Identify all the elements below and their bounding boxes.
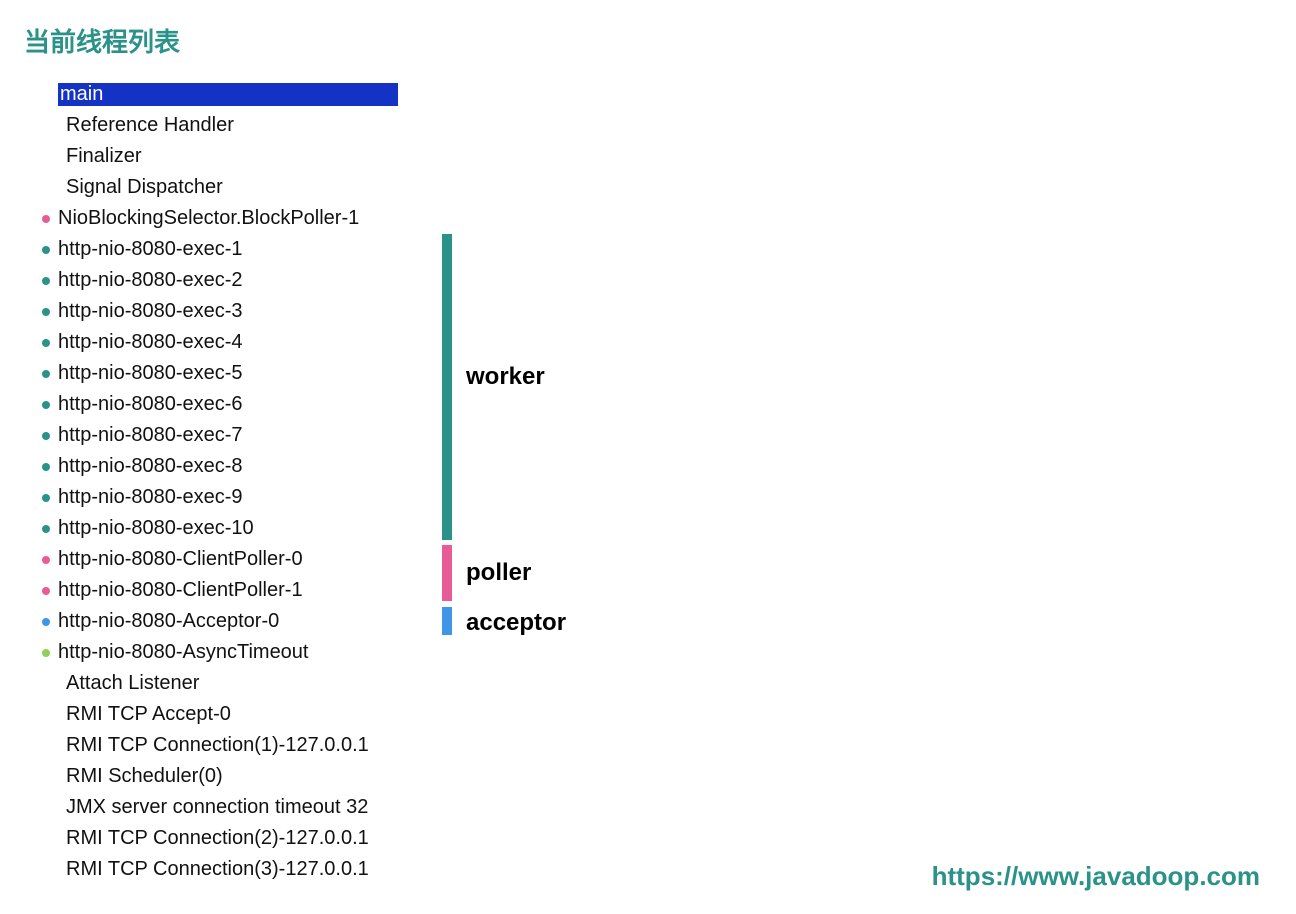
list-item[interactable]: http-nio-8080-ClientPoller-0 [42,544,1296,575]
bullet-icon [42,649,50,657]
bullet-icon [42,587,50,595]
thread-name: NioBlockingSelector.BlockPoller-1 [58,207,359,230]
list-item[interactable]: RMI TCP Accept-0 [42,699,1296,730]
thread-name: http-nio-8080-exec-2 [58,269,243,292]
thread-name: http-nio-8080-AsyncTimeout [58,641,309,664]
bullet-placeholder [42,866,58,874]
bullet-placeholder [42,184,58,192]
thread-name: http-nio-8080-Acceptor-0 [58,610,279,633]
thread-name: RMI TCP Connection(3)-127.0.0.1 [66,858,369,881]
watermark-link[interactable]: https://www.javadoop.com [932,861,1260,892]
bullet-placeholder [42,680,58,688]
bullet-icon [42,494,50,502]
bullet-icon [42,618,50,626]
bullet-icon [42,463,50,471]
list-item[interactable]: http-nio-8080-AsyncTimeout [42,637,1296,668]
poller-label: poller [466,559,531,587]
thread-name: http-nio-8080-ClientPoller-1 [58,579,303,602]
thread-list: main Reference Handler Finalizer Signal Dis… [42,79,1296,885]
list-item[interactable]: Signal Dispatcher [42,172,1296,203]
worker-bracket [442,234,452,540]
thread-name: http-nio-8080-exec-10 [58,517,254,540]
list-item[interactable]: http-nio-8080-exec-5 [42,358,1296,389]
poller-bracket [442,545,452,601]
page-title: 当前线程列表 [0,0,1296,59]
list-item[interactable]: http-nio-8080-exec-4 [42,327,1296,358]
thread-name: Finalizer [66,145,142,168]
bullet-icon [42,339,50,347]
thread-name: http-nio-8080-exec-3 [58,300,243,323]
thread-name: RMI Scheduler(0) [66,765,223,788]
acceptor-label: acceptor [466,609,566,637]
list-item[interactable]: http-nio-8080-exec-3 [42,296,1296,327]
thread-name: Reference Handler [66,114,234,137]
thread-name: http-nio-8080-exec-8 [58,455,243,478]
bullet-icon [42,432,50,440]
bullet-icon [42,277,50,285]
thread-name: http-nio-8080-ClientPoller-0 [58,548,303,571]
bullet-placeholder [42,804,58,812]
bullet-placeholder [42,711,58,719]
thread-name: RMI TCP Connection(2)-127.0.0.1 [66,827,369,850]
thread-name: http-nio-8080-exec-9 [58,486,243,509]
bullet-icon [42,556,50,564]
bullet-placeholder [42,835,58,843]
thread-name: http-nio-8080-exec-6 [58,393,243,416]
bullet-placeholder [42,153,58,161]
bullet-icon [42,308,50,316]
thread-name: http-nio-8080-exec-4 [58,331,243,354]
bullet-icon [42,370,50,378]
list-item[interactable]: http-nio-8080-ClientPoller-1 [42,575,1296,606]
list-item[interactable]: http-nio-8080-exec-10 [42,513,1296,544]
thread-name: RMI TCP Connection(1)-127.0.0.1 [66,734,369,757]
list-item[interactable]: http-nio-8080-Acceptor-0 [42,606,1296,637]
bullet-icon [42,215,50,223]
list-item[interactable]: Attach Listener [42,668,1296,699]
list-item[interactable]: http-nio-8080-exec-8 [42,451,1296,482]
thread-name: main [58,83,398,106]
bullet-icon [42,401,50,409]
thread-name: Attach Listener [66,672,199,695]
list-item[interactable]: http-nio-8080-exec-6 [42,389,1296,420]
thread-name: http-nio-8080-exec-1 [58,238,243,261]
thread-name: Signal Dispatcher [66,176,223,199]
acceptor-bracket [442,607,452,635]
bullet-placeholder [42,773,58,781]
list-item[interactable]: Finalizer [42,141,1296,172]
bullet-placeholder [42,742,58,750]
list-item[interactable]: http-nio-8080-exec-2 [42,265,1296,296]
thread-name: http-nio-8080-exec-7 [58,424,243,447]
list-item[interactable]: Reference Handler [42,110,1296,141]
thread-list-container: main Reference Handler Finalizer Signal Dis… [42,79,1296,885]
list-item[interactable]: RMI Scheduler(0) [42,761,1296,792]
list-item[interactable]: RMI TCP Connection(1)-127.0.0.1 [42,730,1296,761]
thread-name: RMI TCP Accept-0 [66,703,231,726]
list-item[interactable]: NioBlockingSelector.BlockPoller-1 [42,203,1296,234]
list-item[interactable]: main [42,79,1296,110]
list-item[interactable]: http-nio-8080-exec-1 [42,234,1296,265]
thread-name: JMX server connection timeout 32 [66,796,368,819]
bullet-placeholder [42,122,58,130]
list-item[interactable]: http-nio-8080-exec-9 [42,482,1296,513]
list-item[interactable]: RMI TCP Connection(2)-127.0.0.1 [42,823,1296,854]
bullet-icon [42,246,50,254]
thread-name: http-nio-8080-exec-5 [58,362,243,385]
worker-label: worker [466,363,545,391]
list-item[interactable]: JMX server connection timeout 32 [42,792,1296,823]
bullet-icon [42,525,50,533]
list-item[interactable]: http-nio-8080-exec-7 [42,420,1296,451]
